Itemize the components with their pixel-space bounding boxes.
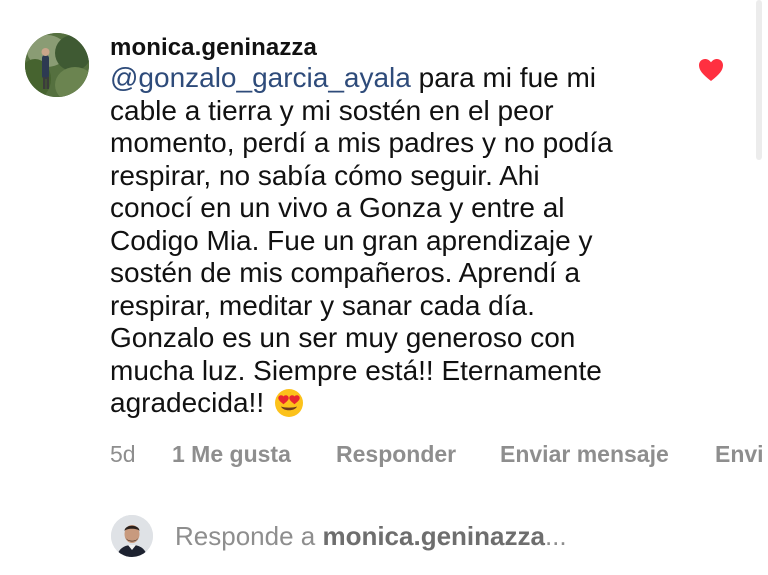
like-heart-icon[interactable] [698, 58, 724, 82]
comment-age: 5d [110, 441, 136, 467]
reply-prefix: Responde a [175, 521, 323, 551]
current-user-photo [111, 515, 153, 557]
comment-thread: monica.geninazza @gonzalo_garcia_ayala p… [0, 0, 768, 575]
more-action-button[interactable]: Envi [715, 441, 764, 468]
scrollbar[interactable] [756, 0, 762, 160]
avatar-photo [25, 33, 89, 97]
comment-body: @gonzalo_garcia_ayala para mi fue mi cab… [110, 62, 670, 420]
likes-count-link[interactable]: 1 Me gusta [172, 441, 291, 468]
reply-suffix: ... [544, 521, 567, 551]
commenter-avatar[interactable] [25, 33, 89, 97]
reply-input[interactable]: Responde a monica.geninazza... [175, 521, 567, 552]
comment-text: para mi fue mi cable a tierra y mi sosté… [110, 62, 613, 418]
heart-eyes-emoji-icon [275, 389, 304, 417]
current-user-avatar [111, 515, 153, 557]
comment-username[interactable]: monica.geninazza [110, 34, 317, 62]
reply-button[interactable]: Responder [336, 441, 456, 468]
mention-link[interactable]: @gonzalo_garcia_ayala [110, 62, 411, 93]
send-message-button[interactable]: Enviar mensaje [500, 441, 669, 468]
reply-target-username: monica.geninazza [322, 521, 545, 551]
